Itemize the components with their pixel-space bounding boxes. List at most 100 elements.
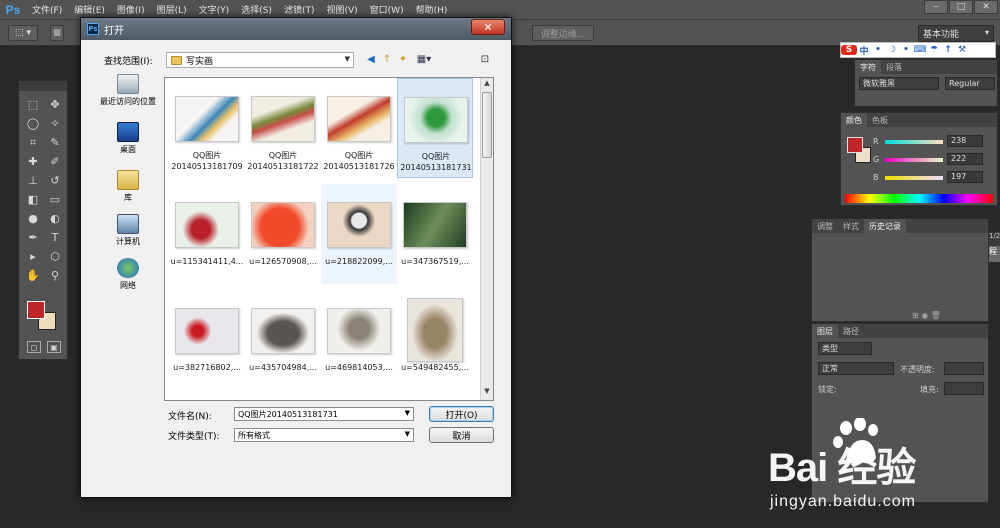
maximize-button[interactable]: □ — [949, 0, 973, 14]
path-select-icon[interactable]: ▸ — [22, 247, 44, 266]
type-tool-icon[interactable]: T — [44, 228, 66, 247]
b-value[interactable]: 197 — [947, 171, 983, 183]
look-in-select[interactable]: 写实画 ▼ — [166, 52, 354, 68]
shape-tool-icon[interactable]: ⬡ — [44, 247, 66, 266]
cancel-button[interactable]: 取消 — [429, 427, 494, 443]
side-button[interactable]: 程 — [989, 246, 1000, 262]
dodge-tool-icon[interactable]: ◐ — [44, 209, 66, 228]
zoom-tool-icon[interactable]: ⚲ — [44, 266, 66, 285]
screen-mode-icon[interactable]: ▣ — [47, 341, 61, 353]
marquee-preset-icon[interactable]: ⬚ ▾ — [8, 25, 38, 41]
ime-punct-icon[interactable]: • — [871, 45, 885, 55]
place-library[interactable]: 库 — [94, 170, 162, 203]
fg-color-chip[interactable] — [847, 137, 863, 153]
preview-icon[interactable]: ⊡ — [478, 52, 492, 66]
menu-select[interactable]: 选择(S) — [235, 3, 278, 16]
scroll-thumb[interactable] — [482, 92, 492, 158]
layer-kind-filter[interactable]: 类型 — [818, 342, 872, 355]
eraser-icon[interactable]: ◧ — [22, 190, 44, 209]
history-actions[interactable]: ⊞ ◉ 🗑 — [912, 311, 941, 320]
new-selection-icon[interactable]: ■ — [50, 25, 64, 41]
skin-icon[interactable]: ☂ — [927, 45, 941, 55]
magic-wand-icon[interactable]: ✧ — [44, 114, 66, 133]
tab-history[interactable]: 历史记录 — [864, 219, 906, 233]
menu-window[interactable]: 窗口(W) — [364, 3, 410, 16]
menu-edit[interactable]: 编辑(E) — [68, 3, 111, 16]
tab-paths[interactable]: 路径 — [838, 324, 864, 338]
shirt-icon[interactable]: ↑ — [941, 45, 955, 55]
r-slider[interactable] — [885, 140, 943, 144]
open-button[interactable]: 打开(O) — [429, 406, 494, 422]
file-item[interactable]: u=218822099,... — [321, 184, 397, 284]
move-tool-icon[interactable]: ✥ — [44, 95, 66, 114]
b-slider[interactable] — [885, 176, 943, 180]
new-folder-icon[interactable]: ✦ — [396, 52, 410, 66]
file-item[interactable]: u=382716802,... — [169, 290, 245, 390]
menu-type[interactable]: 文字(Y) — [193, 3, 236, 16]
menu-view[interactable]: 视图(V) — [320, 3, 363, 16]
lasso-tool-icon[interactable]: ◯ — [22, 114, 44, 133]
g-slider[interactable] — [885, 158, 943, 162]
dialog-close-button[interactable]: ✕ — [471, 19, 505, 35]
crop-tool-icon[interactable]: ⌗ — [22, 133, 44, 152]
opacity-field[interactable] — [944, 362, 984, 375]
file-item[interactable]: u=115341411,4... — [169, 184, 245, 284]
filetype-select[interactable]: 所有格式 ▼ — [234, 428, 414, 442]
file-item[interactable]: u=549482455,... — [397, 290, 473, 390]
keyboard-icon[interactable]: ⌨ — [913, 45, 927, 55]
tab-color[interactable]: 颜色 — [841, 113, 867, 127]
workspace-select[interactable]: 基本功能 ▾ — [918, 25, 994, 42]
place-network[interactable]: 网络 — [94, 258, 162, 291]
menu-filter[interactable]: 滤镜(T) — [278, 3, 321, 16]
minimize-button[interactable]: – — [924, 0, 948, 14]
refine-edge-button[interactable]: 调整边缘... — [532, 25, 594, 41]
ime-mode[interactable]: 中 — [857, 44, 871, 57]
g-value[interactable]: 222 — [947, 153, 983, 165]
file-item[interactable]: u=126570908,... — [245, 184, 321, 284]
blur-tool-icon[interactable]: ● — [22, 209, 44, 228]
wrench-icon[interactable]: ⚒ — [955, 45, 969, 55]
ime-dot-icon[interactable]: • — [899, 45, 913, 55]
marquee-tool-icon[interactable]: ⬚ — [22, 95, 44, 114]
tab-character[interactable]: 字符 — [855, 60, 881, 74]
dialog-titlebar[interactable]: Ps 打开 ✕ — [81, 18, 511, 40]
up-folder-icon[interactable]: ↑ — [380, 52, 394, 66]
font-family-select[interactable]: 微软雅黑 — [859, 77, 939, 90]
file-list-scrollbar[interactable]: ▲ ▼ — [480, 78, 493, 400]
history-brush-icon[interactable]: ↺ — [44, 171, 66, 190]
menu-image[interactable]: 图像(I) — [111, 3, 151, 16]
healing-brush-icon[interactable]: ✚ — [22, 152, 44, 171]
font-style-select[interactable]: Regular — [945, 77, 995, 90]
quick-mask-icon[interactable]: ◻ — [27, 341, 41, 353]
menu-layer[interactable]: 图层(L) — [151, 3, 193, 16]
fill-field[interactable] — [944, 382, 984, 395]
file-item[interactable]: u=435704984,... — [245, 290, 321, 390]
file-item[interactable]: QQ图片 20140513181709 — [169, 78, 245, 178]
pen-tool-icon[interactable]: ✒ — [22, 228, 44, 247]
panel-header[interactable] — [19, 81, 67, 91]
file-item-selected[interactable]: QQ图片 20140513181731 — [397, 78, 473, 178]
tab-paragraph[interactable]: 段落 — [881, 60, 907, 74]
brush-tool-icon[interactable]: ✐ — [44, 152, 66, 171]
view-menu-icon[interactable]: ▦▾ — [414, 52, 434, 66]
file-item[interactable]: u=469814053,... — [321, 290, 397, 390]
scroll-up-icon[interactable]: ▲ — [481, 79, 493, 91]
eyedropper-icon[interactable]: ✎ — [44, 133, 66, 152]
file-item[interactable]: u=347367519,... — [397, 184, 473, 284]
clone-stamp-icon[interactable]: ⊥ — [22, 171, 44, 190]
close-app-button[interactable]: ✕ — [974, 0, 998, 14]
ime-moon-icon[interactable]: ☽ — [885, 45, 899, 55]
r-value[interactable]: 238 — [947, 135, 983, 147]
tab-styles[interactable]: 样式 — [838, 219, 864, 233]
color-spectrum[interactable] — [845, 194, 993, 203]
hand-tool-icon[interactable]: ✋ — [22, 266, 44, 285]
tab-layers[interactable]: 图层 — [812, 324, 838, 338]
menu-help[interactable]: 帮助(H) — [410, 3, 454, 16]
blend-mode-select[interactable]: 正常 — [818, 362, 894, 375]
place-recent[interactable]: 最近访问的位置 — [94, 74, 162, 107]
place-desktop[interactable]: 桌面 — [94, 122, 162, 155]
back-icon[interactable]: ◀ — [364, 52, 378, 66]
tab-adjustments[interactable]: 调整 — [812, 219, 838, 233]
gradient-icon[interactable]: ▭ — [44, 190, 66, 209]
filename-input[interactable]: QQ图片20140513181731 ▼ — [234, 407, 414, 421]
